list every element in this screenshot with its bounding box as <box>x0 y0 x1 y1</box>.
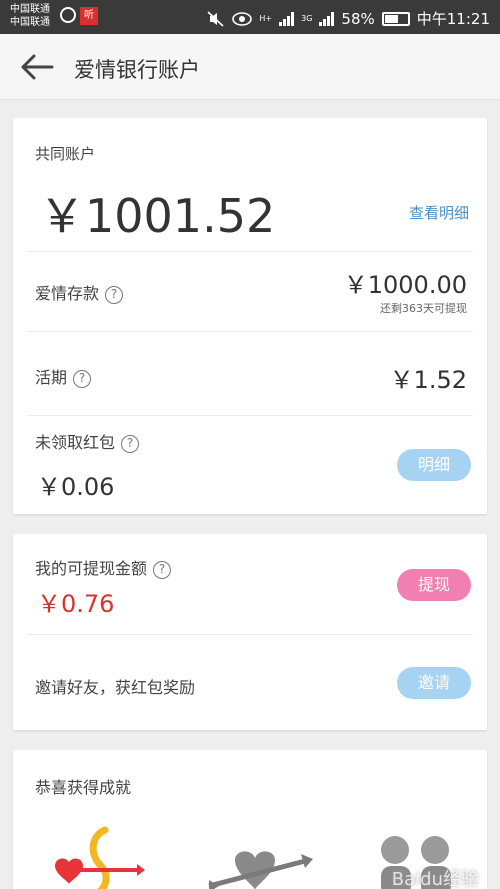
divider <box>27 415 473 416</box>
withdrawable-text: 我的可提现金额 <box>35 559 148 578</box>
clock: 中午11:21 <box>416 10 490 28</box>
total-balance: ￥1001.52 <box>39 189 276 243</box>
eye-comfort-icon <box>232 11 253 26</box>
unclaimed-amount: ￥0.06 <box>37 473 115 501</box>
divider <box>27 331 473 332</box>
mute-icon <box>207 10 224 27</box>
signal-icon <box>319 11 335 26</box>
network-type-label: H+ <box>259 14 273 23</box>
cupid-bow-badge-icon <box>55 826 145 889</box>
battery-percent: 58% <box>341 9 375 28</box>
love-savings-text: 爱情存款 <box>35 284 100 303</box>
watermark: Baidu经验 <box>391 869 479 889</box>
invite-button[interactable]: 邀请 <box>397 667 471 699</box>
love-savings-label: 爱情存款? <box>35 280 124 304</box>
signal-icon <box>279 11 295 26</box>
divider <box>27 251 473 252</box>
help-icon[interactable]: ? <box>105 286 124 304</box>
carrier-name: 中国联通 <box>10 17 50 28</box>
notification-icons: 听 <box>60 7 98 25</box>
network-type-label: 3G <box>301 14 313 23</box>
current-label: 活期? <box>35 364 92 388</box>
current-text: 活期 <box>35 368 68 387</box>
divider <box>27 634 473 635</box>
unclaimed-text: 未领取红包 <box>35 433 116 452</box>
back-arrow-icon[interactable] <box>20 54 54 80</box>
arrow-heart-badge-icon <box>208 851 313 889</box>
withdrawable-amount: ￥0.76 <box>37 590 115 618</box>
app-circle-icon <box>60 7 76 23</box>
joint-account-card: 共同账户 ￥1001.52 查看明细 爱情存款? ￥1000.00 还剩363天… <box>13 118 487 514</box>
status-bar: 中国联通 中国联通 听 H+ 3G 58% 中午11:21 <box>0 0 500 34</box>
withdrawable-label: 我的可提现金额? <box>35 555 172 579</box>
help-icon[interactable]: ? <box>73 370 92 388</box>
carrier-name: 中国联通 <box>10 4 50 15</box>
current-amount: ￥1.52 <box>389 366 467 394</box>
achievements-card: 恭喜获得成就 Baidu经验 <box>13 750 487 889</box>
app-header: 爱情银行账户 <box>0 34 500 100</box>
achievements-heading: 恭喜获得成就 <box>35 778 132 797</box>
unclaimed-details-button[interactable]: 明细 <box>397 449 471 481</box>
carrier-info: 中国联通 中国联通 <box>10 3 50 29</box>
battery-icon <box>381 11 410 26</box>
status-icons: H+ 3G 58% 中午11:21 <box>207 8 490 29</box>
view-details-link[interactable]: 查看明细 <box>409 202 469 223</box>
withdraw-card: 我的可提现金额? ￥0.76 提现 邀请好友，获红包奖励 邀请 <box>13 534 487 730</box>
joint-account-heading: 共同账户 <box>35 145 96 163</box>
invite-text: 邀请好友，获红包奖励 <box>35 678 196 697</box>
love-savings-note: 还剩363天可提现 <box>380 302 467 315</box>
app-badge-icon: 听 <box>80 7 98 25</box>
help-icon[interactable]: ? <box>153 561 172 579</box>
page-title: 爱情银行账户 <box>74 58 200 82</box>
unclaimed-label: 未领取红包? <box>35 429 140 453</box>
help-icon[interactable]: ? <box>121 435 140 453</box>
love-savings-amount: ￥1000.00 <box>343 271 467 299</box>
withdraw-button[interactable]: 提现 <box>397 569 471 601</box>
